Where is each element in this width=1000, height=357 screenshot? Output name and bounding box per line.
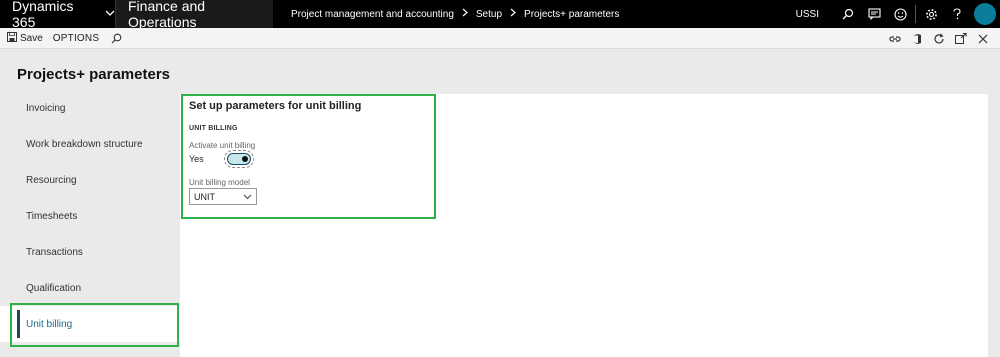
options-tab[interactable]: OPTIONS [53, 33, 99, 44]
tab-invoicing[interactable]: Invoicing [0, 90, 180, 126]
action-pane: Save OPTIONS [0, 28, 1000, 49]
page-title: Projects+ parameters [17, 66, 171, 83]
message-icon[interactable] [861, 0, 887, 28]
highlight-box [10, 303, 179, 347]
feedback-smiley-icon[interactable] [887, 0, 913, 28]
tab-work-breakdown-structure[interactable]: Work breakdown structure [0, 126, 180, 162]
avatar[interactable] [974, 3, 996, 25]
tab-qualification[interactable]: Qualification [0, 270, 180, 306]
save-icon [7, 31, 20, 45]
action-pane-right [884, 28, 994, 49]
link-icon[interactable] [884, 28, 906, 49]
group-title: UNIT BILLING [189, 125, 238, 132]
breadcrumb-item[interactable]: Setup [476, 9, 502, 20]
chevron-right-icon [462, 8, 468, 20]
unit-billing-model-select[interactable]: UNIT [189, 188, 257, 205]
save-button[interactable]: Save [7, 31, 43, 45]
breadcrumb: Project management and accounting Setup … [291, 8, 619, 20]
select-value: UNIT [194, 191, 215, 202]
refresh-icon[interactable] [928, 28, 950, 49]
chevron-right-icon [510, 8, 516, 20]
tab-resourcing[interactable]: Resourcing [0, 162, 180, 198]
toggle-knob [242, 156, 248, 162]
activate-unit-billing-toggle[interactable] [224, 150, 254, 168]
chevron-down-icon [105, 9, 115, 20]
brand-label: Dynamics 365 [12, 0, 74, 30]
tab-transactions[interactable]: Transactions [0, 234, 180, 270]
company-picker[interactable]: USSI [796, 9, 819, 20]
section-title: Set up parameters for unit billing [189, 100, 362, 112]
search-icon[interactable] [111, 33, 125, 44]
gear-icon[interactable] [918, 0, 944, 28]
tab-label: Qualification [26, 282, 82, 294]
search-icon[interactable] [835, 0, 861, 28]
app-name: Finance and Operations [116, 0, 273, 30]
divider [915, 5, 916, 23]
tab-timesheets[interactable]: Timesheets [0, 198, 180, 234]
open-in-new-window-icon[interactable] [950, 28, 972, 49]
save-label: Save [20, 32, 43, 44]
dynamics-365-menu[interactable]: Dynamics 365 [0, 0, 116, 30]
office-icon[interactable] [906, 28, 928, 49]
activate-unit-billing-label: Activate unit billing [189, 141, 256, 150]
help-icon[interactable] [944, 0, 970, 28]
chevron-down-icon [243, 192, 252, 202]
tab-label: Resourcing [26, 174, 77, 186]
tab-label: Timesheets [26, 210, 78, 222]
tab-label: Work breakdown structure [26, 138, 143, 150]
activate-unit-billing-value: Yes [189, 154, 204, 164]
breadcrumb-item[interactable]: Project management and accounting [291, 9, 454, 20]
tab-label: Transactions [26, 246, 83, 258]
close-icon[interactable] [972, 28, 994, 49]
tab-label: Invoicing [26, 102, 66, 114]
breadcrumb-item[interactable]: Projects+ parameters [524, 9, 619, 20]
top-navigation-bar: Dynamics 365 Finance and Operations Proj… [0, 0, 1000, 30]
unit-billing-model-label: Unit billing model [189, 178, 250, 187]
top-right-controls: USSI [796, 0, 1000, 28]
